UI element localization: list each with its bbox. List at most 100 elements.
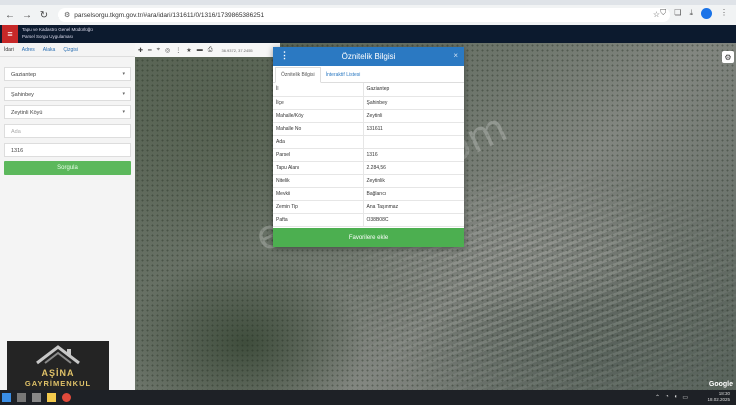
taskbar-apps [2, 393, 71, 402]
map-toolbar: ✚ ━ ⌖ ◎ ⋮ ★ ▬ ⎙ 36.9372, 37.2455 [135, 43, 280, 57]
address-bar[interactable]: ⚙ parselsorgu.tkgm.gov.tr/#ara/idari/131… [58, 8, 670, 22]
table-row: Nitelik Zeytinlik [273, 174, 464, 188]
il-select[interactable]: Gaziantep ▾ [4, 67, 131, 81]
add-to-favorites-button[interactable]: Favorilere ekle [273, 228, 464, 247]
windows-taskbar: ⌃ ◔ ◖ ▭ 18:30 18.02.2025 [0, 390, 736, 405]
google-logo: Google [708, 381, 733, 388]
attr-value: O38B08C [363, 213, 464, 227]
attr-key: Parsel [273, 148, 364, 162]
house-roof-icon [36, 345, 80, 365]
tab-alaka[interactable]: Alaka [43, 47, 56, 56]
table-row: Mahalle No 131611 [273, 122, 464, 136]
attr-value: Zeytinli [363, 109, 464, 123]
chevron-down-icon: ▾ [122, 91, 125, 97]
back-icon[interactable]: ← [3, 8, 17, 22]
tab-adres[interactable]: Adres [22, 47, 35, 56]
table-row: Mevkii Bağlarıcı [273, 187, 464, 201]
logo-line2: GAYRİMENKUL [24, 379, 92, 388]
system-tray: ⌃ ◔ ◖ ▭ [655, 394, 688, 401]
attribute-dialog: ⋮ Öznitelik Bilgisi × Öznitelik Bilgisi … [273, 47, 464, 247]
attr-value [363, 135, 464, 149]
attr-key: Pafta [273, 213, 364, 227]
chrome-icon[interactable] [62, 393, 71, 402]
coordinate-readout: 36.9372, 37.2455 [221, 47, 253, 53]
ilce-select[interactable]: Şahinbey ▾ [4, 87, 131, 101]
battery-icon[interactable]: ▭ [682, 394, 688, 401]
url-text: parselsorgu.tkgm.gov.tr/#ara/idari/13161… [74, 11, 265, 19]
more-icon[interactable]: ⋮ [175, 47, 181, 54]
attr-value: Ana Taşınmaz [363, 200, 464, 214]
app-title: Parsel Sorgu Uygulaması [22, 34, 74, 39]
attr-value: 131611 [363, 122, 464, 136]
forward-icon[interactable]: → [20, 8, 34, 22]
attr-value: 2.284,56 [363, 161, 464, 175]
mahalle-select[interactable]: Zeytinli Köyü ▾ [4, 105, 131, 119]
app-header: ≡ Tapu ve Kadastro Genel Müdürlüğü Parse… [0, 25, 736, 43]
ada-input[interactable]: Ada [4, 124, 131, 138]
site-info-icon[interactable]: ⚙ [64, 11, 70, 19]
logo-line1: AŞİNA [41, 368, 75, 378]
tab-interaktif[interactable]: İnteraktif Listesi [321, 68, 366, 82]
hamburger-menu-icon[interactable]: ≡ [2, 25, 18, 43]
print-icon[interactable]: ⎙ [208, 47, 213, 54]
tab-idari[interactable]: İdari [4, 47, 14, 56]
attr-value: Şahinbey [363, 96, 464, 110]
favorite-icon[interactable]: ★ [186, 47, 191, 54]
browser-extensions: ⛉ ❏ ⤓ ⋮ [660, 8, 728, 19]
measure-icon[interactable]: ⌖ [157, 47, 160, 54]
browser-menu-icon[interactable]: ⋮ [720, 8, 728, 19]
attr-value: Bağlarıcı [363, 187, 464, 201]
start-icon[interactable] [2, 393, 11, 402]
attr-key: Ada [273, 135, 364, 149]
table-row: İlçe Şahinbey [273, 96, 464, 110]
chevron-down-icon: ▾ [122, 109, 125, 115]
attr-value: Gaziantep [363, 83, 464, 97]
task-view-icon[interactable] [32, 393, 41, 402]
locate-icon[interactable]: ◎ [165, 47, 170, 54]
volume-icon[interactable]: ◖ [674, 394, 678, 401]
tab-oznitelik[interactable]: Öznitelik Bilgisi [275, 67, 321, 83]
parsel-input[interactable]: 1316 [4, 143, 131, 157]
browser-toolbar: ← → ↻ ⌂ ⚙ parselsorgu.tkgm.gov.tr/#ara/i… [0, 5, 736, 25]
dialog-header: ⋮ Öznitelik Bilgisi × [273, 47, 464, 66]
il-value: Gaziantep [11, 72, 37, 78]
zoom-in-icon[interactable]: ✚ [138, 47, 143, 54]
zoom-out-icon[interactable]: ━ [148, 47, 152, 54]
attr-value: Zeytinlik [363, 174, 464, 188]
layer-settings-icon[interactable]: ⚙ [722, 51, 734, 63]
table-row: Parsel 1316 [273, 148, 464, 162]
table-row: Tapu Alanı 2.284,56 [273, 161, 464, 175]
attr-key: Mahalle No [273, 122, 364, 136]
attr-key: İl [273, 83, 364, 97]
query-sidebar: İdari Adres Alaka Çizgisi Gaziantep ▾ Şa… [0, 43, 135, 390]
attr-key: Mevkii [273, 187, 364, 201]
chevron-up-icon[interactable]: ⌃ [655, 394, 660, 401]
tab-cizgisi[interactable]: Çizgisi [63, 47, 78, 56]
close-icon[interactable]: × [453, 51, 458, 60]
network-icon[interactable]: ◔ [665, 394, 669, 401]
attribute-table: İl Gaziantep İlçe Şahinbey Mahalle/Köy Zeyt… [273, 83, 464, 227]
sorgula-button[interactable]: Sorgula [4, 161, 131, 175]
table-row: İl Gaziantep [273, 83, 464, 97]
ilce-value: Şahinbey [11, 92, 34, 98]
bookmark-star-icon[interactable]: ☆ [653, 10, 660, 19]
attr-key: Zemin Tip [273, 200, 364, 214]
attr-key: Nitelik [273, 174, 364, 188]
mahalle-value: Zeytinli Köyü [11, 110, 43, 116]
extension-shield-icon[interactable]: ⛉ [660, 8, 666, 19]
profile-avatar[interactable] [701, 8, 712, 19]
search-icon[interactable] [17, 393, 26, 402]
attr-key: Tapu Alanı [273, 161, 364, 175]
clock[interactable]: 18:30 18.02.2025 [707, 391, 730, 403]
chevron-down-icon: ▾ [122, 71, 125, 77]
download-icon[interactable]: ⤓ [689, 8, 693, 19]
reload-icon[interactable]: ↻ [37, 8, 51, 22]
table-row: Zemin Tip Ana Taşınmaz [273, 200, 464, 214]
file-explorer-icon[interactable] [47, 393, 56, 402]
extensions-puzzle-icon[interactable]: ❏ [674, 8, 681, 19]
table-row: Pafta O38B08C [273, 213, 464, 227]
table-row: Mahalle/Köy Zeytinli [273, 109, 464, 123]
line-icon[interactable]: ▬ [197, 47, 203, 53]
table-row: Ada [273, 135, 464, 149]
dialog-title: Öznitelik Bilgisi [341, 52, 396, 61]
